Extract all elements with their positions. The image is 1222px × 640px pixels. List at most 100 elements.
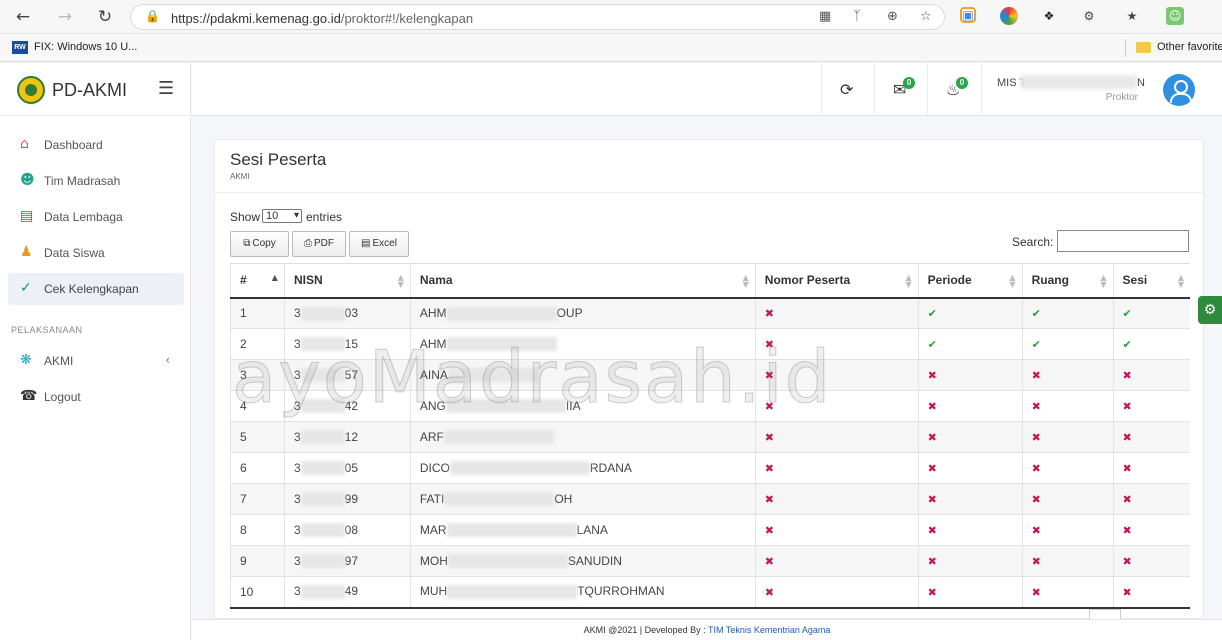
back-icon[interactable]: ←: [12, 6, 34, 28]
user-role: Proktor: [1105, 92, 1138, 103]
redacted-block: [300, 399, 345, 414]
cell-no: 10: [230, 576, 285, 609]
header-label: Periode: [927, 273, 972, 288]
notifications-button[interactable]: ♨ 0: [927, 63, 980, 116]
nisn-start: 3: [293, 491, 301, 506]
bookmark-item[interactable]: FIX: Windows 10 U...: [34, 41, 137, 53]
cross-icon: ✖: [1031, 462, 1041, 475]
sidebar-item-tim-madrasah[interactable]: ☻ Tim Madrasah: [8, 165, 184, 197]
header-label: Ruang: [1031, 273, 1069, 288]
cross-icon: ✖: [1122, 524, 1132, 537]
header-label: #: [240, 273, 247, 288]
search-label: Search:: [1012, 235, 1054, 249]
cross-icon: ✖: [1031, 369, 1041, 382]
sort-icon: ▲ ▼: [1177, 273, 1184, 289]
cross-icon: ✖: [1031, 524, 1041, 537]
sidebar-item-data-lembaga[interactable]: ▤ Data Lembaga: [8, 201, 184, 233]
nisn-end: 12: [344, 429, 358, 444]
cross-icon: ✖: [927, 493, 937, 506]
pagination-stub[interactable]: [1089, 609, 1121, 619]
refresh-button[interactable]: ⟳: [821, 63, 874, 116]
sidebar-item-dashboard[interactable]: ⌂ Dashboard: [8, 129, 184, 161]
puzzle-extension-icon[interactable]: ❖: [1040, 7, 1058, 25]
column-header-no[interactable]: # ▲: [230, 263, 285, 299]
favorite-add-icon[interactable]: ☆: [920, 9, 932, 24]
cross-icon: ✖: [1122, 462, 1132, 475]
cross-icon: ✖: [764, 369, 774, 382]
redacted-block: [449, 461, 590, 476]
cell-ruang: ✔: [1021, 297, 1114, 329]
cell-periode: ✖: [917, 452, 1023, 484]
column-header-periode[interactable]: Periode ▲ ▼: [917, 263, 1023, 299]
table-row: 6 3 05 DICO RDANA ✖ ✖ ✖ ✖: [230, 452, 1190, 484]
forward-icon[interactable]: →: [54, 6, 76, 28]
header-label: Sesi: [1122, 273, 1148, 288]
avatar[interactable]: [1163, 74, 1195, 106]
cross-icon: ✖: [927, 369, 937, 382]
browser-toolbar: ← → ↻ 🔒 https://pdakmi.kemenag.go.id/pro…: [0, 0, 1222, 34]
address-bar[interactable]: 🔒 https://pdakmi.kemenag.go.id/proktor#!…: [130, 4, 945, 30]
other-favorites[interactable]: Other favorite: [1157, 41, 1222, 53]
column-header-nomor-peserta[interactable]: Nomor Peserta ▲ ▼: [754, 263, 919, 299]
search-input[interactable]: [1057, 230, 1189, 252]
cell-periode: ✖: [917, 390, 1023, 422]
cell-nisn: 3 12: [283, 421, 411, 453]
redacted-block: [300, 368, 345, 383]
read-aloud-icon[interactable]: ᛉ: [853, 9, 861, 24]
cross-icon: ✖: [927, 400, 937, 413]
sidebar-item-akmi[interactable]: ❋ AKMI ‹: [8, 345, 184, 377]
cross-icon: ✖: [1122, 585, 1132, 599]
extension-icon[interactable]: ▣: [960, 7, 976, 23]
refresh-icon[interactable]: ↻: [94, 6, 116, 28]
redacted-block: [446, 337, 557, 352]
pdf-button[interactable]: ⎙ PDF: [292, 231, 346, 257]
column-header-ruang[interactable]: Ruang ▲ ▼: [1021, 263, 1114, 299]
entries-select[interactable]: 10: [262, 209, 302, 223]
sort-icon: ▲ ▼: [1100, 273, 1107, 289]
redacted-block: [445, 399, 566, 414]
nisn-start: 3: [293, 522, 301, 537]
cell-nisn: 3 15: [283, 328, 411, 360]
cell-no: 2: [230, 328, 285, 360]
nisn-end: 57: [344, 367, 358, 382]
column-header-nisn[interactable]: NISN ▲ ▼: [283, 263, 411, 299]
app-grid-icon[interactable]: ▦: [819, 9, 831, 24]
cell-no: 8: [230, 514, 285, 546]
favorites-icon[interactable]: ★: [1123, 7, 1141, 25]
nama-start: AINA: [419, 367, 448, 382]
hamburger-menu-icon[interactable]: ☰: [158, 78, 174, 99]
cell-periode: ✖: [917, 576, 1023, 609]
cross-icon: ✖: [764, 585, 774, 599]
profile-icon[interactable]: ☺: [1166, 7, 1184, 25]
sidebar-item-data-siswa[interactable]: ♟ Data Siswa: [8, 237, 184, 269]
footer-link[interactable]: TIM Teknis Kementrian Agama: [708, 625, 830, 635]
redacted-block: [300, 461, 345, 476]
cell-sesi: ✔: [1112, 328, 1190, 360]
cross-icon: ✖: [1031, 585, 1041, 599]
cross-icon: ✖: [764, 524, 774, 537]
bookmarks-bar: RW FIX: Windows 10 U... Other favorite: [0, 34, 1222, 62]
cell-ruang: ✖: [1021, 452, 1114, 484]
user-icon: ☻: [20, 172, 35, 188]
table-row: 3 3 57 AINA ✖ ✖ ✖ ✖: [230, 359, 1190, 391]
lock-icon: 🔒: [145, 9, 160, 23]
extensions-icon[interactable]: ⚙: [1080, 7, 1098, 25]
copy-button[interactable]: ⧉ Copy: [230, 231, 289, 257]
column-header-sesi[interactable]: Sesi ▲ ▼: [1112, 263, 1190, 299]
sort-asc-icon: ▲: [271, 273, 278, 282]
column-header-nama[interactable]: Nama ▲ ▼: [409, 263, 756, 299]
color-extension-icon[interactable]: [1000, 7, 1018, 25]
excel-button[interactable]: ▤ Excel: [349, 231, 409, 257]
header-label: Nomor Peserta: [764, 273, 851, 288]
messages-button[interactable]: ✉ 0: [874, 63, 927, 116]
zoom-icon[interactable]: ⊕: [887, 9, 898, 24]
sidebar-item-logout[interactable]: ☎ Logout: [8, 381, 184, 413]
page-title: Sesi Peserta: [230, 150, 327, 169]
gear-icon[interactable]: ⚙: [1198, 296, 1222, 324]
sidebar-item-cek-kelengkapan[interactable]: ✓ Cek Kelengkapan: [8, 273, 184, 305]
cell-periode: ✖: [917, 483, 1023, 515]
page-subtitle: AKMI: [230, 172, 250, 181]
nama-end: IIA: [565, 398, 581, 413]
nisn-start: 3: [293, 398, 301, 413]
check-icon: ✔: [1122, 338, 1132, 351]
